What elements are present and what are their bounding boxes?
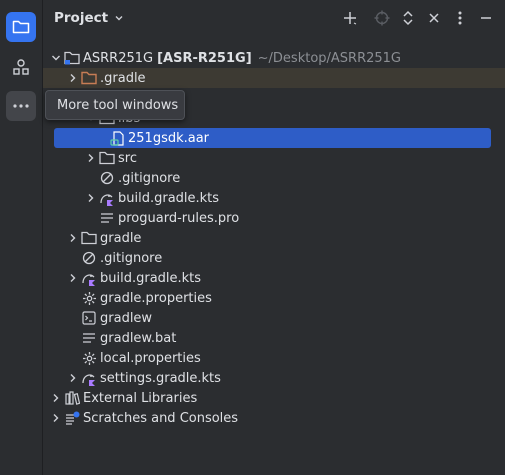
panel-header: Project: [43, 0, 505, 36]
app-build-label: build.gradle.kts: [118, 190, 220, 206]
tree-row-app-build[interactable]: build.gradle.kts: [43, 188, 505, 208]
gradle-kotlin-icon: [99, 190, 115, 206]
minimize-icon[interactable]: [473, 5, 499, 31]
folder-icon: [99, 150, 115, 166]
chevron-right-icon[interactable]: [65, 230, 81, 246]
scratches-icon: [64, 410, 80, 426]
structure-tool-button[interactable]: [6, 52, 36, 82]
settings-file-icon: [81, 350, 97, 366]
gradle-dir-label: .gradle: [100, 70, 146, 86]
root-build-label: build.gradle.kts: [100, 270, 202, 286]
tree-row-aar[interactable]: 251gsdk.aar: [54, 128, 491, 148]
tree-row-src[interactable]: src: [43, 148, 505, 168]
panel-title[interactable]: Project: [54, 10, 108, 26]
ignore-file-icon: [81, 250, 97, 266]
chevron-right-icon[interactable]: [65, 70, 81, 86]
app-gitignore-label: .gitignore: [118, 170, 181, 186]
gradlew-label: gradlew: [100, 310, 153, 326]
aar-label: 251gsdk.aar: [128, 130, 210, 146]
src-label: src: [118, 150, 137, 166]
tree-row-gradle[interactable]: gradle: [43, 228, 505, 248]
expand-collapse-icon[interactable]: [395, 5, 421, 31]
folder-icon: [81, 230, 97, 246]
close-icon[interactable]: [421, 5, 447, 31]
tree-row-proguard[interactable]: proguard-rules.pro: [43, 208, 505, 228]
project-tool-button[interactable]: [6, 12, 36, 42]
tree-row-gradle-properties[interactable]: gradle.properties: [43, 288, 505, 308]
tree-row-gradlew-bat[interactable]: gradlew.bat: [43, 328, 505, 348]
folder-icon: [12, 19, 30, 35]
tree-row-external-libraries[interactable]: External Libraries: [43, 388, 505, 408]
shell-script-icon: [81, 310, 97, 326]
project-panel: Project ASRR251G [ASR-R251G] ~/Desktop/A…: [43, 0, 505, 475]
gradle-label: gradle: [100, 230, 142, 246]
chevron-down-icon[interactable]: [48, 50, 64, 66]
kebab-icon[interactable]: [447, 5, 473, 31]
chevron-right-icon[interactable]: [83, 190, 99, 206]
gradle-properties-label: gradle.properties: [100, 290, 212, 306]
tree-row-app-gitignore[interactable]: .gitignore: [43, 168, 505, 188]
module-folder-icon: [64, 50, 80, 66]
text-file-icon: [99, 210, 115, 226]
more-tool-windows-tooltip: More tool windows: [45, 90, 185, 120]
library-icon: [64, 390, 80, 406]
chevron-right-icon[interactable]: [65, 270, 81, 286]
header-toolbar: [337, 0, 499, 36]
more-tool-windows-button[interactable]: [6, 91, 36, 121]
excluded-folder-icon: [81, 70, 97, 86]
more-icon: [12, 103, 30, 109]
settings-file-icon: [81, 290, 97, 306]
root-gitignore-label: .gitignore: [100, 250, 163, 266]
chevron-right-icon[interactable]: [65, 370, 81, 386]
ignore-file-icon: [99, 170, 115, 186]
tree-row-root[interactable]: ASRR251G [ASR-R251G] ~/Desktop/ASRR251G: [43, 48, 505, 68]
local-properties-label: local.properties: [100, 350, 201, 366]
plus-icon[interactable]: [337, 5, 363, 31]
tool-window-strip: [0, 0, 43, 475]
target-icon[interactable]: [369, 5, 395, 31]
chevron-down-icon[interactable]: [114, 13, 124, 23]
tree-row-gradle-dir[interactable]: .gradle: [43, 68, 505, 88]
tree-row-root-build[interactable]: build.gradle.kts: [43, 268, 505, 288]
tooltip-text: More tool windows: [57, 97, 179, 113]
tree-row-root-gitignore[interactable]: .gitignore: [43, 248, 505, 268]
gradle-kotlin-icon: [81, 270, 97, 286]
chevron-right-icon[interactable]: [83, 150, 99, 166]
external-libraries-label: External Libraries: [83, 390, 198, 406]
tree-row-settings[interactable]: settings.gradle.kts: [43, 368, 505, 388]
gradle-kotlin-icon: [81, 370, 97, 386]
root-path: ~/Desktop/ASRR251G: [257, 50, 402, 66]
scratches-label: Scratches and Consoles: [83, 410, 239, 426]
tree-row-local-properties[interactable]: local.properties: [43, 348, 505, 368]
gradlew-bat-label: gradlew.bat: [100, 330, 177, 346]
proguard-label: proguard-rules.pro: [118, 210, 240, 226]
tree-row-scratches[interactable]: Scratches and Consoles: [43, 408, 505, 428]
chevron-right-icon[interactable]: [48, 390, 64, 406]
tree-row-gradlew[interactable]: gradlew: [43, 308, 505, 328]
text-file-icon: [81, 330, 97, 346]
root-module: [ASR-R251G]: [157, 50, 252, 66]
root-name: ASRR251G: [83, 50, 154, 66]
archive-icon: [109, 130, 125, 146]
structure-icon: [12, 58, 30, 76]
chevron-right-icon[interactable]: [48, 410, 64, 426]
settings-label: settings.gradle.kts: [100, 370, 221, 386]
